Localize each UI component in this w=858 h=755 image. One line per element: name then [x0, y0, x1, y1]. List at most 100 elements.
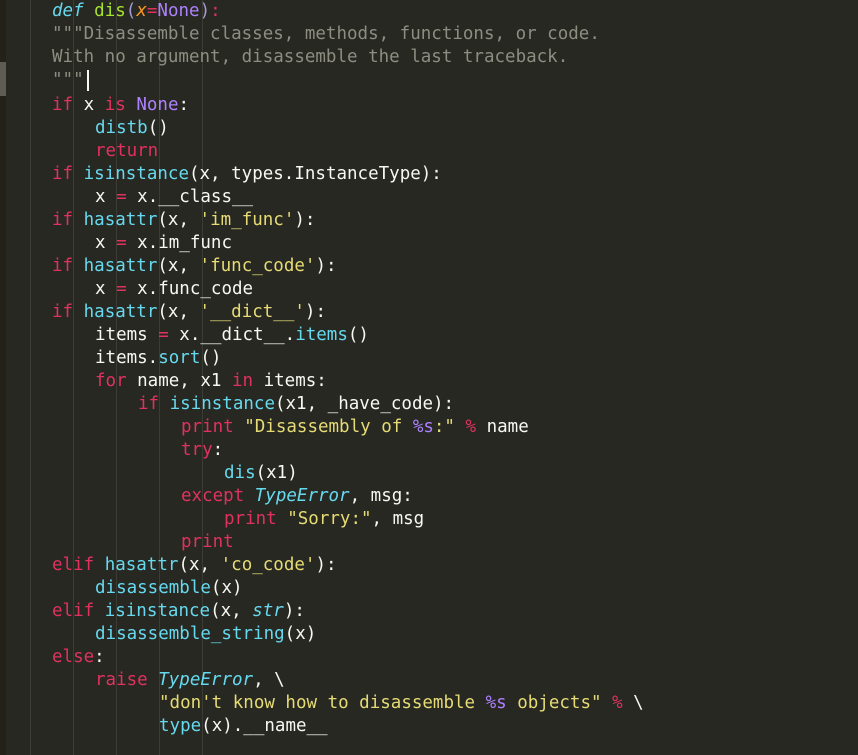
code-token: ): [315, 256, 337, 276]
code-line[interactable]: else: [52, 646, 105, 669]
code-token: try [181, 440, 213, 460]
code-token: hasattr [104, 555, 179, 575]
code-line[interactable]: elif isinstance(x, str): [52, 600, 305, 623]
code-line[interactable]: print [181, 531, 234, 554]
code-token: \ [274, 670, 285, 690]
code-line[interactable]: disassemble(x) [95, 577, 243, 600]
code-token: print [224, 509, 277, 529]
code-line[interactable]: if hasattr(x, '__dict__'): [52, 301, 326, 324]
code-line[interactable]: for name, x1 in items: [95, 370, 327, 393]
code-line[interactable]: x = x.func_code [95, 278, 253, 301]
code-token: = [116, 279, 127, 299]
code-token: else [52, 647, 95, 667]
code-token: if [138, 394, 160, 414]
code-token: :" [433, 417, 455, 437]
code-token: except [181, 486, 245, 506]
code-token: (x, [210, 601, 253, 621]
code-line[interactable]: except TypeError, msg: [181, 485, 413, 508]
code-line[interactable]: elif hasattr(x, 'co_code'): [52, 554, 337, 577]
code-token: 'func_code' [199, 256, 316, 276]
code-line[interactable]: x = x.im_func [95, 232, 232, 255]
code-token: "Disassembly of [244, 417, 413, 437]
code-token: disassemble_string [95, 624, 285, 644]
code-token: , msg: [349, 486, 413, 506]
code-line[interactable]: dis(x1) [224, 462, 298, 485]
code-line[interactable]: if hasattr(x, 'im_func'): [52, 209, 315, 232]
code-token: hasattr [83, 210, 158, 230]
code-line[interactable]: type(x).__name__ [159, 715, 328, 738]
code-token: ) [199, 1, 211, 21]
code-line[interactable]: items = x.__dict__.items() [95, 324, 369, 347]
code-token: hasattr [83, 256, 158, 276]
code-token: (x, [157, 210, 200, 230]
code-token: = [146, 1, 158, 21]
code-text-layer[interactable]: def dis(x=None): """Disassemble classes, … [0, 0, 858, 755]
code-token: (x) [210, 578, 243, 598]
code-token: for [95, 371, 127, 391]
code-token: "Sorry:" [287, 509, 372, 529]
code-line[interactable]: if isinstance(x1, _have_code): [138, 393, 454, 416]
code-line[interactable]: print "Disassembly of %s:" % name [181, 416, 529, 439]
code-line[interactable]: if hasattr(x, 'func_code'): [52, 255, 337, 278]
code-token: print [181, 532, 234, 552]
code-token: None [157, 1, 200, 21]
code-token: isinstance [169, 394, 275, 414]
code-token: With no argument, disassemble the last t… [52, 47, 569, 67]
code-line[interactable]: print "Sorry:", msg [224, 508, 424, 531]
code-line[interactable]: disassemble_string(x) [95, 623, 316, 646]
code-token: print [181, 417, 234, 437]
code-line[interactable]: With no argument, disassemble the last t… [52, 46, 568, 69]
code-token: x [95, 187, 117, 207]
code-token: isinstance [104, 601, 211, 621]
code-line[interactable]: """ [52, 69, 84, 92]
code-line[interactable]: if isinstance(x, types.InstanceType): [52, 163, 442, 186]
text-caret [87, 70, 89, 91]
code-token: () [200, 348, 222, 368]
code-token: % [465, 417, 477, 437]
code-token: sort [158, 348, 201, 368]
code-token: : [212, 440, 224, 460]
code-token: (x).__name__ [201, 716, 328, 736]
code-token: ( [125, 1, 137, 21]
code-line[interactable]: return [95, 140, 158, 163]
code-token: raise [95, 670, 148, 690]
code-token: %s [412, 417, 434, 437]
code-token: (x, [157, 256, 200, 276]
code-token: is [104, 95, 126, 115]
code-token: %s [485, 693, 507, 713]
code-token: items: [253, 371, 327, 391]
code-editor-pane[interactable]: def dis(x=None): """Disassemble classes, … [0, 0, 858, 755]
code-token: : [178, 95, 190, 115]
code-line[interactable]: distb() [95, 117, 169, 140]
code-line[interactable]: raise TypeError, \ [95, 669, 285, 692]
code-line[interactable]: def dis(x=None): [52, 0, 221, 23]
code-token: return [95, 141, 159, 161]
code-token: : [94, 647, 105, 667]
code-line[interactable]: try: [181, 439, 223, 462]
code-line[interactable]: x = x.__class__ [95, 186, 253, 209]
code-token: disassemble [95, 578, 211, 598]
code-token: x [95, 233, 117, 253]
code-token: '__dict__' [199, 302, 305, 322]
code-token: items [295, 325, 348, 345]
code-token: x.func_code [126, 279, 254, 299]
code-line[interactable]: """Disassemble classes, methods, functio… [52, 23, 600, 46]
code-token: (x, [178, 555, 221, 575]
code-line[interactable]: if x is None: [52, 94, 189, 117]
code-token: x.im_func [126, 233, 232, 253]
code-token: isinstance [83, 164, 189, 184]
code-token: TypeError [158, 670, 254, 690]
code-line[interactable]: items.sort() [95, 347, 221, 370]
code-token: "don't know how to disassemble [159, 693, 486, 713]
code-token: x [95, 279, 117, 299]
code-line[interactable]: "don't know how to disassemble %s object… [159, 692, 644, 715]
